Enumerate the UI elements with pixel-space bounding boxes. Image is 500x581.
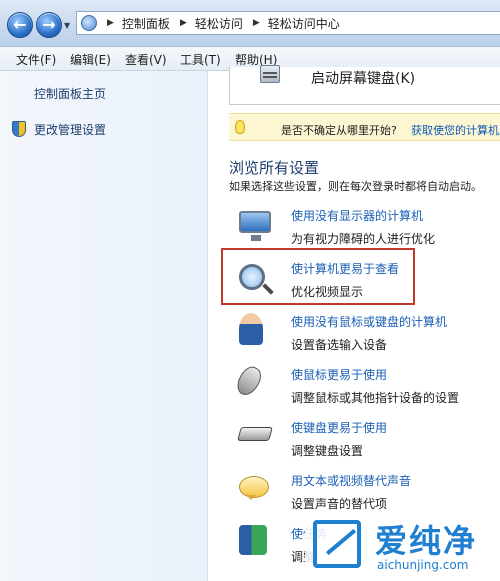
hint-bar: 是否不确定从哪里开始? 获取使您的计算机更	[229, 113, 500, 141]
item-description: 调整键盘设置	[291, 444, 364, 458]
item-description: 优化视频显示	[291, 285, 364, 299]
list-item: 使计算机更易于查看 优化视频显示	[219, 260, 500, 310]
aichunjing-logo-icon	[313, 520, 361, 568]
breadcrumb-separator-icon[interactable]: ▶	[253, 18, 260, 28]
make-keyboard-easier-link[interactable]: 使键盘更易于使用	[291, 419, 387, 436]
right-pane: 启动屏幕键盘(K) 是否不确定从哪里开始? 获取使您的计算机更 浏览所有设置 如…	[209, 65, 500, 581]
person-icon	[239, 313, 263, 345]
keyboard-icon	[237, 427, 273, 441]
history-dropdown-icon[interactable]: ▼	[64, 21, 70, 30]
mouse-icon	[232, 363, 266, 399]
section-description: 如果选择这些设置，则在每次登录时都将自动启动。	[229, 180, 482, 193]
menu-view[interactable]: 查看(V)	[125, 51, 167, 68]
start-on-screen-keyboard-button[interactable]: 启动屏幕键盘(K)	[311, 68, 415, 88]
section-title: 浏览所有设置	[229, 159, 320, 177]
arrow-right-icon: →	[42, 15, 56, 34]
breadcrumb[interactable]: ▶ 控制面板 ▶ 轻松访问 ▶ 轻松访问中心	[76, 11, 500, 35]
task-icon	[239, 525, 267, 555]
breadcrumb-control-panel[interactable]: 控制面板	[122, 15, 170, 32]
list-item: 使键盘更易于使用 调整键盘设置	[219, 419, 500, 469]
breadcrumb-ease-of-access[interactable]: 轻松访问	[195, 15, 243, 32]
text-video-alternatives-link[interactable]: 用文本或视频替代声音	[291, 472, 411, 489]
control-panel-icon	[81, 15, 97, 31]
item-description: 为有视力障碍的人进行优化	[291, 232, 436, 246]
item-description: 设置备选输入设备	[291, 338, 388, 352]
address-bar: ← → ▼ ▶ 控制面板 ▶ 轻松访问 ▶ 轻松访问中心	[0, 0, 500, 47]
shield-icon	[12, 121, 26, 137]
on-screen-keyboard-panel: 启动屏幕键盘(K)	[229, 65, 500, 105]
list-item: 使用没有显示器的计算机 为有视力障碍的人进行优化	[219, 207, 500, 257]
breadcrumb-separator-icon[interactable]: ▶	[180, 18, 187, 28]
back-button[interactable]: ←	[7, 12, 33, 38]
breadcrumb-separator-icon[interactable]: ▶	[107, 18, 114, 28]
keyboard-screen-icon	[260, 65, 280, 83]
lightbulb-icon	[235, 120, 245, 134]
arrow-left-icon: ←	[13, 15, 27, 34]
hint-text: 是否不确定从哪里开始?	[281, 124, 397, 137]
breadcrumb-ease-of-access-center[interactable]: 轻松访问中心	[268, 15, 340, 32]
magnifier-icon	[239, 264, 265, 290]
change-admin-settings-link[interactable]: 更改管理设置	[34, 121, 106, 138]
watermark-url: aichunjing.com	[377, 558, 469, 572]
list-item: 使鼠标更易于使用 调整鼠标或其他指针设备的设置	[219, 363, 500, 416]
item-description: 调整鼠标或其他指针设备的设置	[291, 391, 460, 405]
watermark: 爱纯净 aichunjing.com	[305, 510, 500, 581]
make-mouse-easier-link[interactable]: 使鼠标更易于使用	[291, 366, 387, 383]
menu-file[interactable]: 文件(F)	[16, 51, 56, 68]
use-without-display-link[interactable]: 使用没有显示器的计算机	[291, 207, 423, 224]
use-without-mouse-keyboard-link[interactable]: 使用没有鼠标或键盘的计算机	[291, 313, 447, 330]
make-easier-to-see-link[interactable]: 使计算机更易于查看	[291, 260, 399, 277]
control-panel-home-link[interactable]: 控制面板主页	[34, 85, 106, 102]
left-pane: 控制面板主页 更改管理设置	[0, 71, 208, 581]
hint-link[interactable]: 获取使您的计算机更	[411, 122, 500, 138]
speech-bubble-icon	[239, 476, 269, 500]
list-item: 使用没有鼠标或键盘的计算机 设置备选输入设备	[219, 313, 500, 363]
monitor-icon	[239, 211, 271, 241]
watermark-title: 爱纯净	[375, 522, 478, 560]
menu-tools[interactable]: 工具(T)	[180, 51, 221, 68]
forward-button[interactable]: →	[36, 12, 62, 38]
menu-edit[interactable]: 编辑(E)	[70, 51, 111, 68]
